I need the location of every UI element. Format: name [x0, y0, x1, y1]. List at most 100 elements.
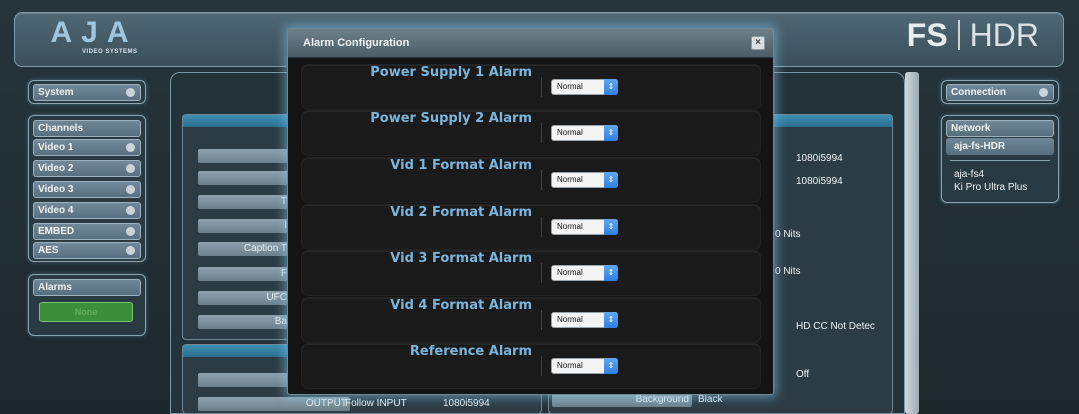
- output-format: 1080i5994: [443, 398, 490, 409]
- alarm-select-power-supply-2[interactable]: Normal ⇕: [551, 125, 618, 141]
- select-value: Normal: [557, 268, 583, 277]
- network-divider: [950, 160, 1050, 161]
- connection-button[interactable]: Connection: [946, 84, 1054, 101]
- channel-label: Video 4: [38, 205, 74, 216]
- alarm-configuration-dialog: Alarm Configuration × Power Supply 1 Ala…: [287, 28, 774, 395]
- background-row[interactable]: Background: [552, 393, 692, 407]
- chevron-updown-icon: ⇕: [604, 312, 618, 328]
- network-group: Network aja-fs-HDR aja-fs4 Ki Pro Ultra …: [941, 115, 1059, 203]
- alarm-row-vid-4-format: Vid 4 Format Alarm Normal ⇕: [302, 298, 760, 342]
- close-button[interactable]: ×: [751, 36, 765, 50]
- channel-label: Video 1: [38, 142, 74, 153]
- expand-icon: [126, 185, 135, 194]
- channel-label: EMBED: [38, 226, 75, 237]
- select-value: Normal: [557, 222, 583, 231]
- channel-label: AES: [38, 245, 59, 256]
- alarm-select-vid-1-format[interactable]: Normal ⇕: [551, 172, 618, 188]
- logo-text: AJA: [50, 16, 138, 49]
- setting-row[interactable]: Ba: [198, 315, 290, 329]
- alarm-label: Power Supply 2 Alarm: [370, 111, 532, 126]
- system-group: System: [28, 80, 146, 104]
- expand-icon: [126, 88, 135, 97]
- value-readout: HD CC Not Detec: [796, 321, 875, 332]
- alarm-label: Vid 4 Format Alarm: [390, 298, 532, 313]
- chevron-updown-icon: ⇕: [604, 265, 618, 281]
- alarm-label: Vid 1 Format Alarm: [390, 158, 532, 173]
- value-readout: Off: [796, 369, 810, 380]
- connection-label: Connection: [951, 87, 1006, 98]
- row-divider: [541, 123, 542, 143]
- setting-row[interactable]: T: [198, 195, 290, 209]
- alarms-header[interactable]: Alarms: [33, 279, 141, 296]
- alarm-status-indicator: None: [39, 302, 133, 322]
- row-divider: [541, 170, 542, 190]
- background-value: Black: [698, 394, 723, 405]
- network-item-aja-fs-hdr[interactable]: aja-fs-HDR: [946, 138, 1054, 155]
- setting-row[interactable]: Caption T: [198, 242, 290, 256]
- select-value: Normal: [557, 361, 583, 370]
- alarm-select-power-supply-1[interactable]: Normal ⇕: [551, 79, 618, 95]
- setting-row[interactable]: [198, 171, 290, 185]
- setting-row[interactable]: [198, 149, 290, 163]
- alarm-label: Vid 2 Format Alarm: [390, 205, 532, 220]
- connection-group: Connection: [941, 80, 1059, 104]
- network-item-ki-pro[interactable]: Ki Pro Ultra Plus: [946, 181, 1054, 194]
- alarm-row-power-supply-1: Power Supply 1 Alarm Normal ⇕: [302, 65, 760, 109]
- chevron-updown-icon: ⇕: [604, 219, 618, 235]
- alarm-select-vid-4-format[interactable]: Normal ⇕: [551, 312, 618, 328]
- setting-row[interactable]: [198, 373, 290, 387]
- dialog-titlebar: Alarm Configuration ×: [288, 29, 773, 58]
- dialog-title: Alarm Configuration: [303, 37, 410, 49]
- alarm-select-vid-2-format[interactable]: Normal ⇕: [551, 219, 618, 235]
- setting-row[interactable]: UFC: [198, 291, 290, 305]
- chevron-updown-icon: ⇕: [604, 125, 618, 141]
- channel-video-1[interactable]: Video 1: [33, 139, 141, 156]
- expand-icon: [126, 227, 135, 236]
- select-value: Normal: [557, 128, 583, 137]
- alarm-row-power-supply-2: Power Supply 2 Alarm Normal ⇕: [302, 111, 760, 155]
- network-label: Network: [951, 123, 991, 134]
- select-value: Normal: [557, 82, 583, 91]
- network-item-aja-fs4[interactable]: aja-fs4: [946, 168, 1054, 181]
- system-button[interactable]: System: [33, 84, 141, 101]
- alarm-row-vid-3-format: Vid 3 Format Alarm Normal ⇕: [302, 251, 760, 295]
- alarms-group: Alarms None: [28, 274, 146, 336]
- chevron-updown-icon: ⇕: [604, 79, 618, 95]
- setting-row[interactable]: F: [198, 267, 290, 281]
- logo-subtitle: VIDEO SYSTEMS: [82, 49, 138, 55]
- channel-label: Video 3: [38, 184, 74, 195]
- expand-icon: [126, 246, 135, 255]
- product-name: FS HDR: [906, 16, 1039, 53]
- settings-card-left: T I Caption T F UFC Ba: [182, 114, 290, 340]
- row-divider: [541, 310, 542, 330]
- alarm-row-reference: Reference Alarm Normal ⇕: [302, 344, 760, 388]
- row-divider: [541, 356, 542, 376]
- alarm-select-reference[interactable]: Normal ⇕: [551, 358, 618, 374]
- product-separator: [957, 20, 960, 50]
- network-header[interactable]: Network: [946, 120, 1054, 137]
- channels-header: Channels: [33, 120, 141, 137]
- value-readout: 1080i5994: [796, 176, 843, 187]
- channel-video-4[interactable]: Video 4: [33, 202, 141, 219]
- product-main: FS: [906, 16, 948, 53]
- alarm-row-vid-1-format: Vid 1 Format Alarm Normal ⇕: [302, 158, 760, 202]
- channel-video-3[interactable]: Video 3: [33, 181, 141, 198]
- expand-icon: [126, 143, 135, 152]
- expand-icon: [126, 206, 135, 215]
- alarm-select-vid-3-format[interactable]: Normal ⇕: [551, 265, 618, 281]
- channel-embed[interactable]: EMBED: [33, 223, 141, 240]
- expand-icon: [1039, 88, 1048, 97]
- select-value: Normal: [557, 315, 583, 324]
- channel-video-2[interactable]: Video 2: [33, 160, 141, 177]
- setting-row[interactable]: I: [198, 219, 290, 233]
- select-value: Normal: [557, 175, 583, 184]
- card-header: [183, 115, 289, 127]
- output-row[interactable]: OUTPUT: [198, 397, 350, 411]
- main-scrollbar[interactable]: [905, 72, 919, 414]
- alarm-label: Vid 3 Format Alarm: [390, 251, 532, 266]
- channels-group: Channels Video 1 Video 2 Video 3 Video 4…: [28, 115, 146, 262]
- channel-aes[interactable]: AES: [33, 242, 141, 259]
- close-icon: ×: [755, 37, 761, 48]
- row-divider: [541, 263, 542, 283]
- row-divider: [541, 217, 542, 237]
